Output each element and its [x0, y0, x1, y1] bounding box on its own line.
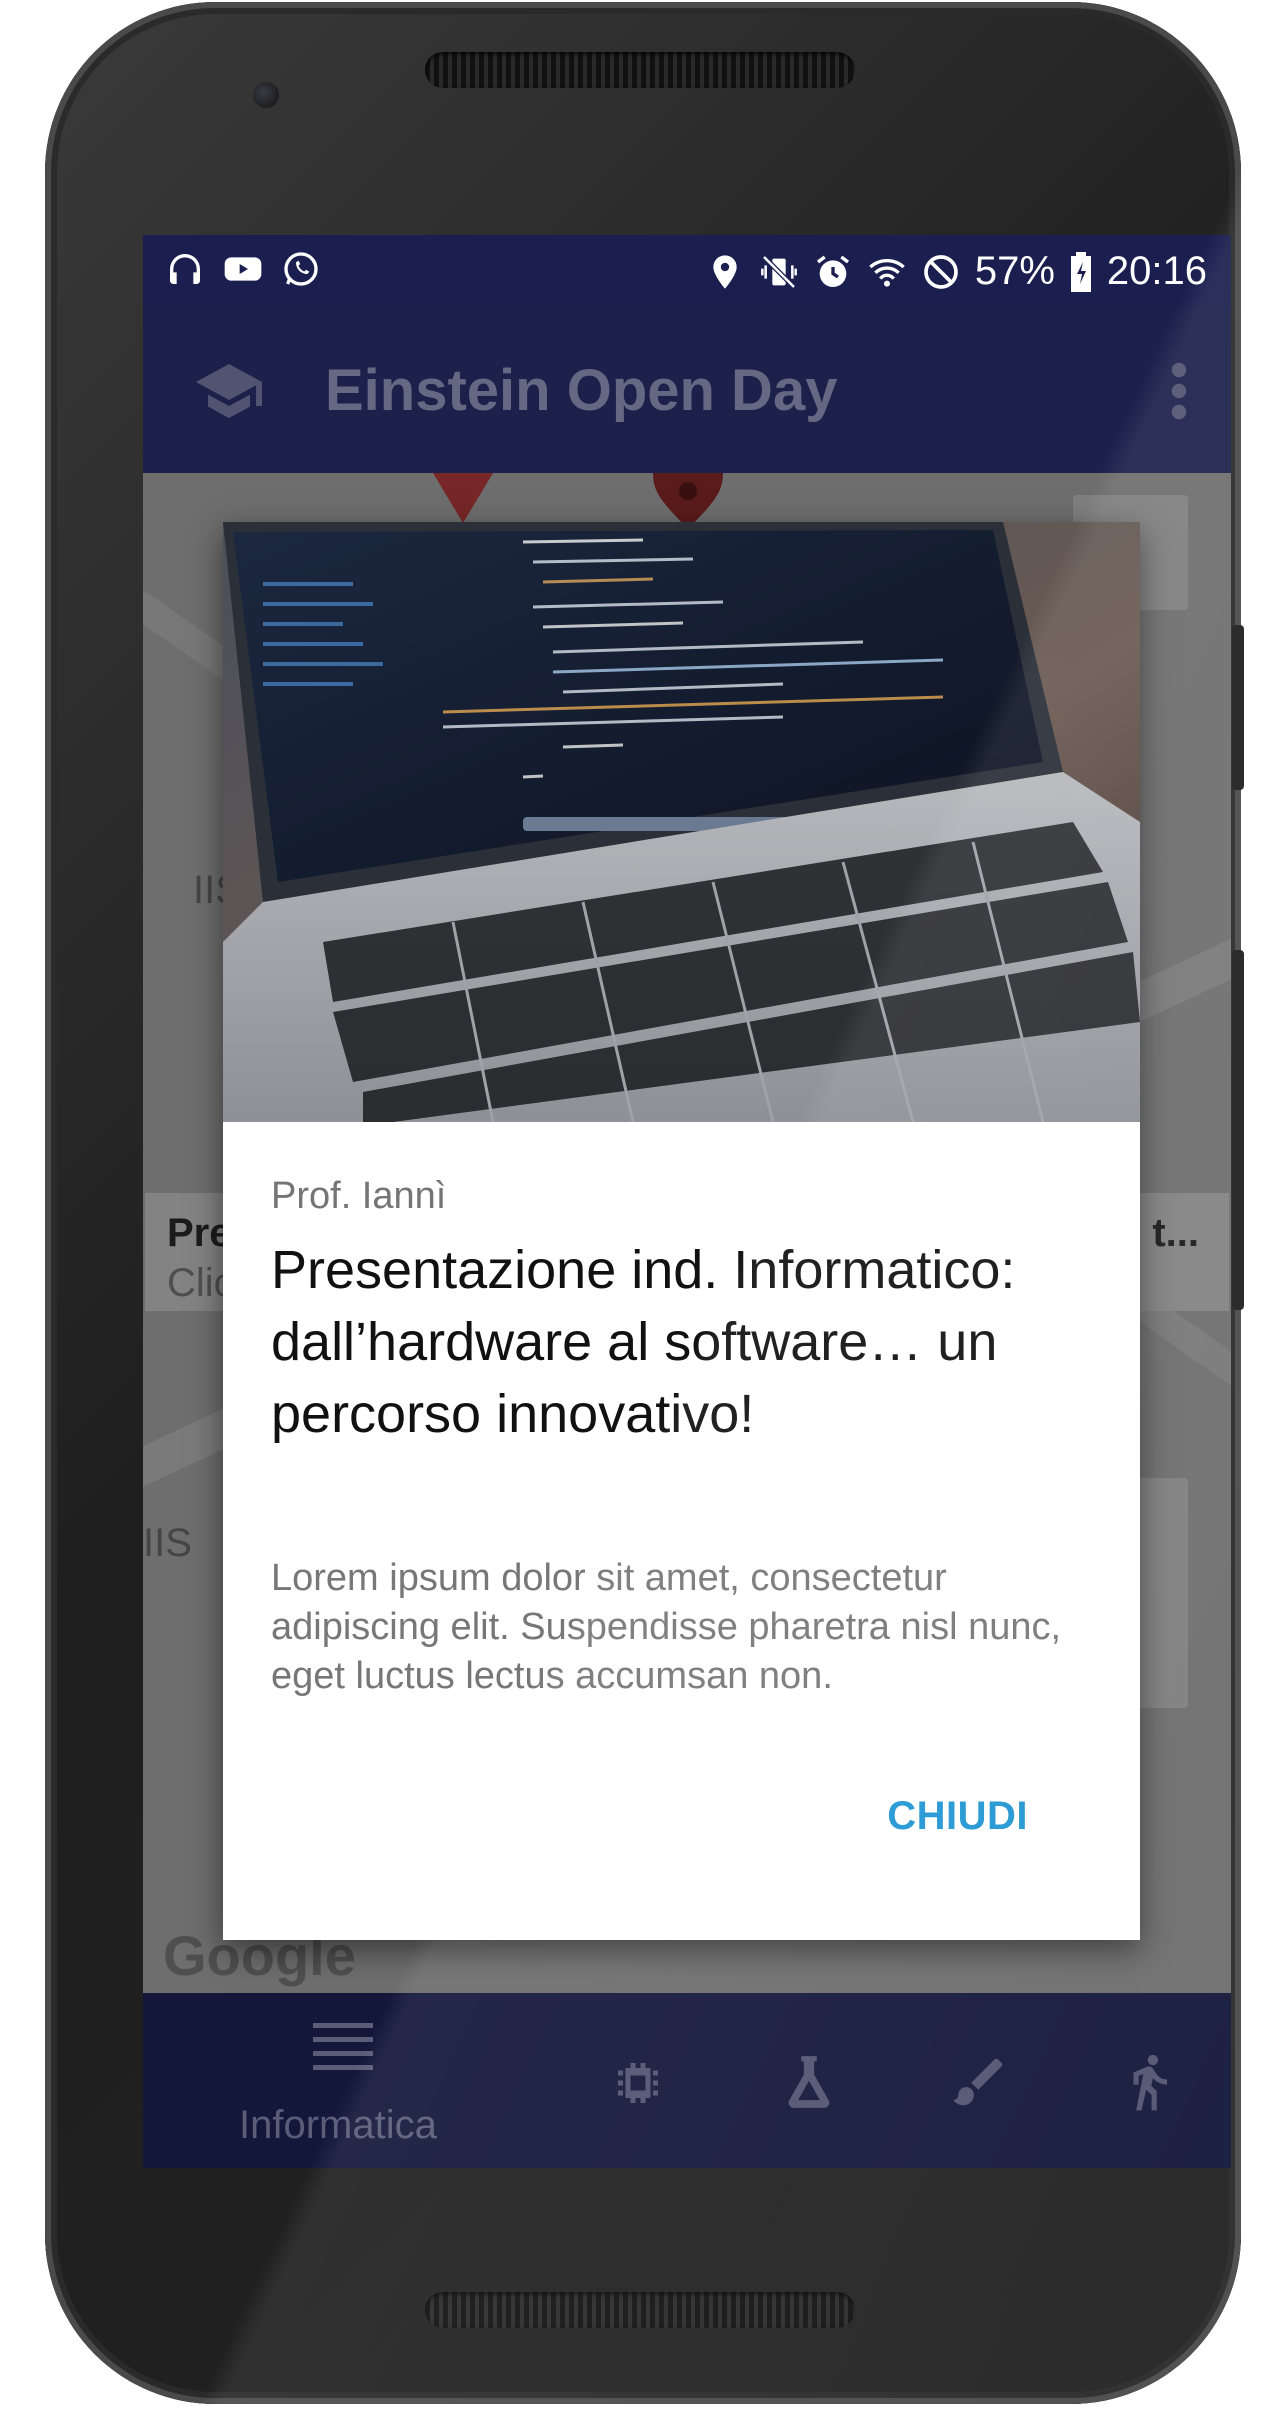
dialog-author: Prof. Iannì — [271, 1175, 447, 1217]
battery-percent: 57% — [974, 249, 1055, 293]
top-speaker — [425, 52, 855, 88]
dialog-title: Presentazione ind. Informatico: dall’har… — [271, 1240, 1016, 1444]
dialog-body: Lorem ipsum dolor sit amet, consectetur … — [271, 1557, 1062, 1697]
alarm-icon — [816, 255, 849, 287]
vibrate-icon — [760, 254, 797, 289]
laptop-code-photo — [223, 522, 1140, 1122]
youtube-icon — [224, 257, 262, 281]
status-bar: 57% 20:16 — [143, 235, 1231, 305]
do-not-disturb-icon — [923, 254, 958, 289]
volume-button[interactable] — [1232, 950, 1244, 1310]
front-camera — [253, 82, 279, 108]
wifi-icon — [869, 258, 905, 287]
bottom-speaker — [425, 2292, 855, 2328]
phone-frame: Einstein Open Day IIS Pre Clic t... IIS … — [45, 2, 1241, 2404]
headphones-icon — [170, 254, 200, 284]
battery-icon — [1070, 251, 1091, 292]
info-dialog: Prof. Iannì Presentazione ind. Informati… — [223, 522, 1140, 1940]
clock: 20:16 — [1106, 249, 1207, 293]
location-icon — [713, 254, 737, 289]
power-button[interactable] — [1232, 625, 1244, 790]
close-button[interactable]: CHIUDI — [887, 1794, 1028, 1839]
whatsapp-icon — [284, 252, 318, 286]
